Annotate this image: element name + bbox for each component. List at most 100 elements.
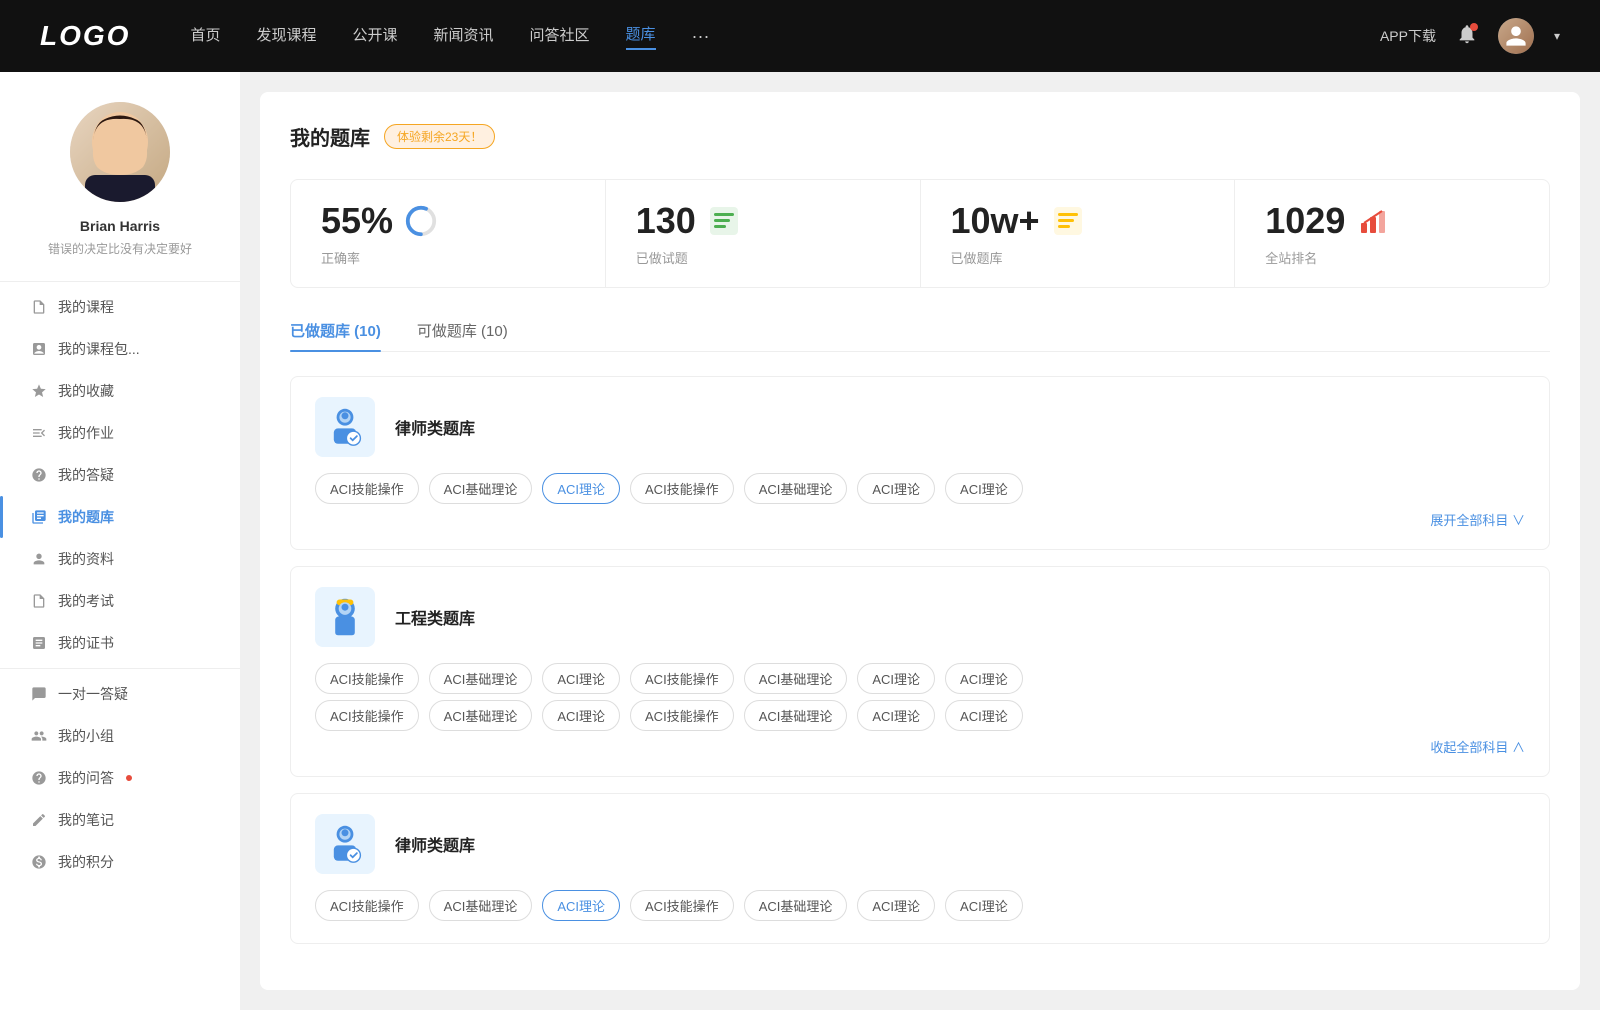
sidebar-item-my-notes-label: 我的笔记 [58,810,114,830]
sidebar-item-my-exam[interactable]: 我的考试 [0,580,240,622]
bank-card-lawyer-1-expand[interactable]: 展开全部科目 ∨ [1430,510,1525,529]
sidebar-item-my-points[interactable]: 我的积分 [0,841,240,883]
eng-tag-r1-2[interactable]: ACI理论 [542,663,620,694]
sidebar-item-my-cert[interactable]: 我的证书 [0,622,240,664]
l2-tag-0[interactable]: ACI技能操作 [315,890,419,921]
bank-card-engineer: 工程类题库 ACI技能操作 ACI基础理论 ACI理论 ACI技能操作 ACI基… [290,566,1550,777]
bank-card-engineer-expand[interactable]: 收起全部科目 ∧ [1430,737,1525,756]
stat-done-questions: 130 已做试题 [606,180,921,287]
sidebar-item-my-questions[interactable]: 我的问答 [0,757,240,799]
rank-chart-icon [1355,203,1391,239]
l2-tag-2[interactable]: ACI理论 [542,890,620,921]
eng-tag-r2-4[interactable]: ACI基础理论 [744,700,848,731]
nav-app-download[interactable]: APP下载 [1380,26,1436,46]
accuracy-donut-icon [403,203,439,239]
l2-tag-5[interactable]: ACI理论 [857,890,935,921]
sidebar-item-my-favorites[interactable]: 我的收藏 [0,370,240,412]
sidebar-item-my-bank[interactable]: 我的题库 [0,496,240,538]
my-exam-icon [30,592,48,610]
stat-accuracy-value: 55% [321,200,393,242]
stats-row: 55% 正确率 130 [290,179,1550,288]
eng-tag-r1-5[interactable]: ACI理论 [857,663,935,694]
sidebar-item-my-qa[interactable]: 我的答疑 [0,454,240,496]
bank-tag-3[interactable]: ACI技能操作 [630,473,734,504]
bank-card-engineer-tags-row2: ACI技能操作 ACI基础理论 ACI理论 ACI技能操作 ACI基础理论 AC… [315,700,1525,731]
stat-rank: 1029 全站排名 [1235,180,1549,287]
sidebar-item-my-profile-label: 我的资料 [58,549,114,569]
eng-tag-r2-0[interactable]: ACI技能操作 [315,700,419,731]
l2-tag-6[interactable]: ACI理论 [945,890,1023,921]
stat-done-banks: 10w+ 已做题库 [921,180,1236,287]
sidebar-item-my-exam-label: 我的考试 [58,591,114,611]
sidebar-user-motto: 错误的决定比没有决定要好 [28,240,212,257]
sidebar-item-my-profile[interactable]: 我的资料 [0,538,240,580]
page-title: 我的题库 [290,122,370,151]
bank-card-lawyer-2-title: 律师类题库 [395,832,475,856]
my-group-icon [30,727,48,745]
bank-card-engineer-icon [315,587,375,647]
bank-card-engineer-title: 工程类题库 [395,605,475,629]
stat-rank-value: 1029 [1265,200,1345,242]
eng-tag-r1-4[interactable]: ACI基础理论 [744,663,848,694]
sidebar-item-my-homework[interactable]: 我的作业 [0,412,240,454]
bank-tag-5[interactable]: ACI理论 [857,473,935,504]
my-qa-icon [30,466,48,484]
nav-link-qa[interactable]: 问答社区 [530,24,590,49]
eng-tag-r2-1[interactable]: ACI基础理论 [429,700,533,731]
nav-chevron-down-icon[interactable]: ▾ [1554,29,1560,43]
nav-links: 首页 发现课程 公开课 新闻资讯 问答社区 题库 ··· [190,23,1380,50]
nav-link-home[interactable]: 首页 [190,24,220,49]
questions-notification-dot [126,775,132,781]
eng-tag-r2-6[interactable]: ACI理论 [945,700,1023,731]
sidebar-item-my-notes[interactable]: 我的笔记 [0,799,240,841]
bank-tag-1[interactable]: ACI基础理论 [429,473,533,504]
bank-card-lawyer-2: 律师类题库 ACI技能操作 ACI基础理论 ACI理论 ACI技能操作 ACI基… [290,793,1550,944]
nav-bell-button[interactable] [1456,23,1478,50]
sidebar-item-my-group[interactable]: 我的小组 [0,715,240,757]
sidebar-item-tutoring[interactable]: 一对一答疑 [0,673,240,715]
nav-link-more[interactable]: ··· [692,26,710,47]
bank-tag-6[interactable]: ACI理论 [945,473,1023,504]
nav-user-avatar[interactable] [1498,18,1534,54]
sidebar-item-my-packages[interactable]: 我的课程包... [0,328,240,370]
eng-tag-r2-3[interactable]: ACI技能操作 [630,700,734,731]
sidebar-item-my-courses[interactable]: 我的课程 [0,286,240,328]
tab-available-banks[interactable]: 可做题库 (10) [417,320,508,351]
stat-rank-value-row: 1029 [1265,200,1519,242]
bank-card-lawyer-1-title: 律师类题库 [395,415,475,439]
bank-card-lawyer-1: 律师类题库 ACI技能操作 ACI基础理论 ACI理论 ACI技能操作 ACI基… [290,376,1550,550]
nav-link-opencourse[interactable]: 公开课 [352,24,397,49]
nav-link-discover[interactable]: 发现课程 [256,24,316,49]
l2-tag-3[interactable]: ACI技能操作 [630,890,734,921]
bank-card-lawyer-1-icon [315,397,375,457]
sidebar-user-avatar [70,102,170,202]
eng-tag-r2-2[interactable]: ACI理论 [542,700,620,731]
bank-card-lawyer-1-header: 律师类题库 [315,397,1525,457]
sidebar-item-tutoring-label: 一对一答疑 [58,684,128,704]
sidebar-item-my-favorites-label: 我的收藏 [58,381,114,401]
eng-tag-r1-6[interactable]: ACI理论 [945,663,1023,694]
stat-accuracy: 55% 正确率 [291,180,606,287]
stat-accuracy-value-row: 55% [321,200,575,242]
stat-done-questions-value: 130 [636,200,696,242]
my-courses-icon [30,298,48,316]
l2-tag-4[interactable]: ACI基础理论 [744,890,848,921]
tab-done-banks[interactable]: 已做题库 (10) [290,320,381,351]
nav-link-bank[interactable]: 题库 [626,23,656,50]
eng-tag-r1-0[interactable]: ACI技能操作 [315,663,419,694]
l2-tag-1[interactable]: ACI基础理论 [429,890,533,921]
bank-tag-2[interactable]: ACI理论 [542,473,620,504]
nav-link-news[interactable]: 新闻资讯 [434,24,494,49]
bank-card-lawyer-1-footer: 展开全部科目 ∨ [315,510,1525,529]
my-homework-icon [30,424,48,442]
stat-done-banks-value: 10w+ [951,200,1040,242]
nav-logo[interactable]: LOGO [40,20,130,52]
stat-done-banks-value-row: 10w+ [951,200,1205,242]
bank-tag-4[interactable]: ACI基础理论 [744,473,848,504]
bank-tag-0[interactable]: ACI技能操作 [315,473,419,504]
eng-tag-r1-3[interactable]: ACI技能操作 [630,663,734,694]
eng-tag-r1-1[interactable]: ACI基础理论 [429,663,533,694]
sidebar-item-my-questions-label: 我的问答 [58,768,114,788]
eng-tag-r2-5[interactable]: ACI理论 [857,700,935,731]
done-banks-list-icon [1050,203,1086,239]
